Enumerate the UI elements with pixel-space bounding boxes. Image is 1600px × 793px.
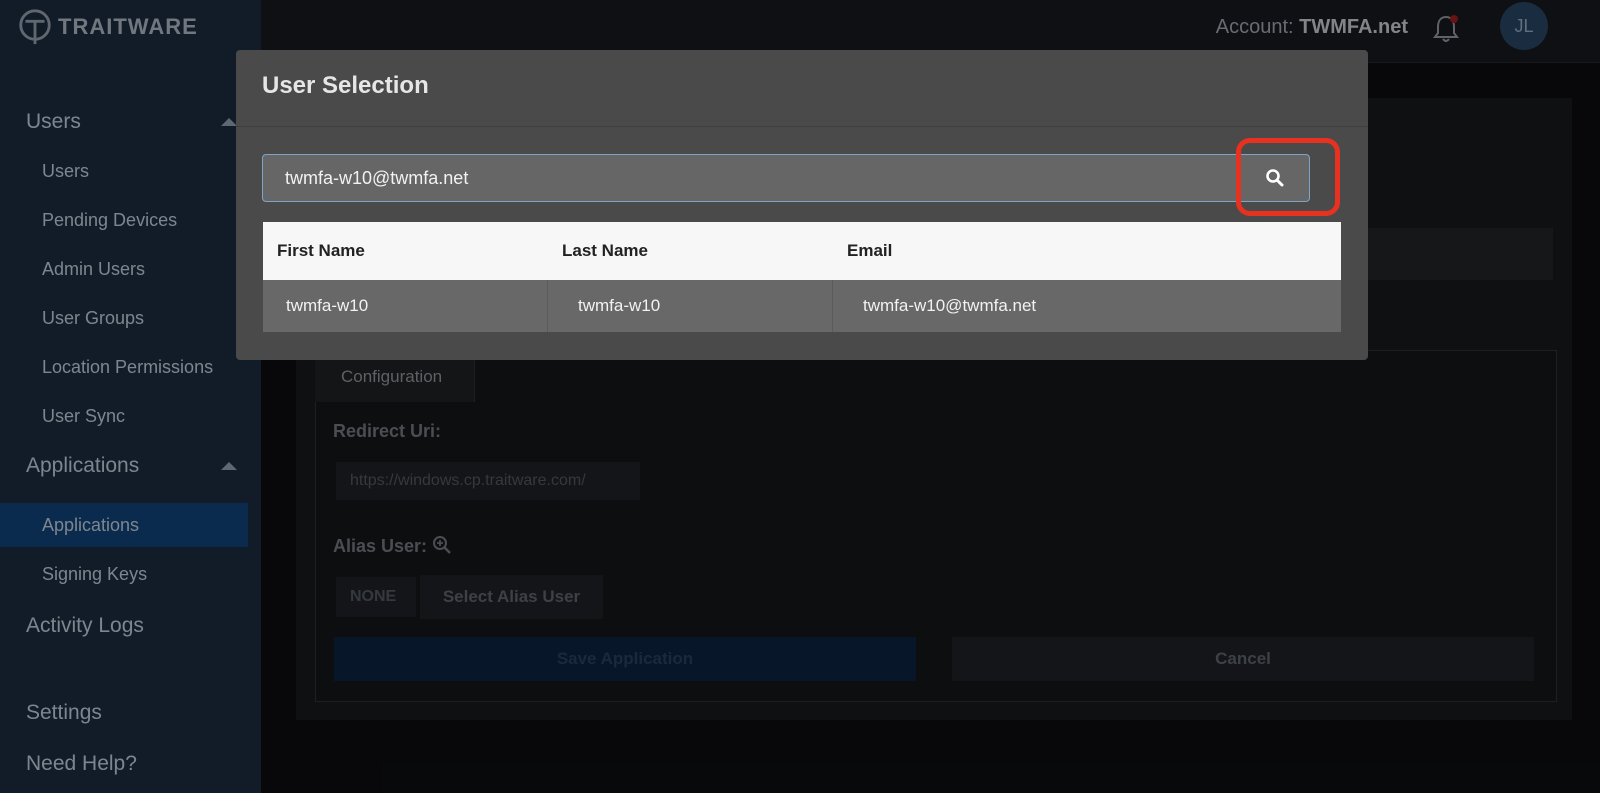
user-search-input[interactable] xyxy=(263,155,1241,201)
cell-last-name: twmfa-w10 xyxy=(548,280,833,332)
user-results-table: First Name Last Name Email twmfa-w10 twm… xyxy=(263,222,1341,332)
cell-email: twmfa-w10@twmfa.net xyxy=(863,296,1037,315)
app: TRAITWARE Users Users Pending Devices Ad… xyxy=(0,0,1600,793)
user-selection-modal: User Selection First Name Last Name Emai… xyxy=(236,50,1368,360)
table-row[interactable]: twmfa-w10 twmfa-w10 twmfa-w10@twmfa.net xyxy=(263,280,1341,332)
search-box xyxy=(262,154,1310,202)
search-button-highlight xyxy=(1236,138,1340,216)
table-header: First Name Last Name Email xyxy=(263,222,1341,280)
cell-first-name: twmfa-w10 xyxy=(263,280,548,332)
column-header-email[interactable]: Email xyxy=(833,241,1341,261)
modal-title: User Selection xyxy=(262,72,429,99)
column-header-last-name[interactable]: Last Name xyxy=(548,241,833,261)
column-header-first-name[interactable]: First Name xyxy=(263,241,548,261)
modal-divider xyxy=(236,126,1368,127)
